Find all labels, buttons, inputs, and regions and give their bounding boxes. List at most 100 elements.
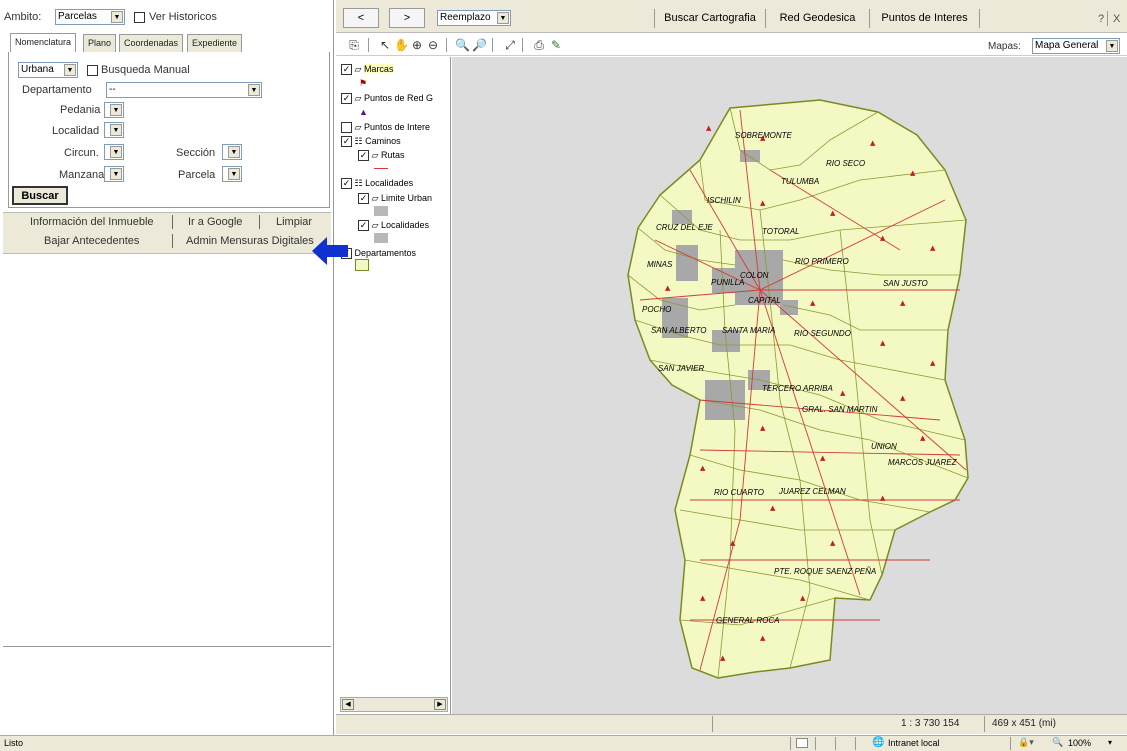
chevron-down-icon: ▼ <box>64 64 76 76</box>
chevron-down-icon: ▼ <box>111 11 123 23</box>
legend-localidades-sub-label: Localidades <box>380 220 429 230</box>
browser-statusbar <box>0 735 1127 751</box>
export-icon[interactable]: ✎ <box>549 38 563 52</box>
road-swatch <box>374 168 388 169</box>
marker-icon: ▲ <box>760 199 766 207</box>
mapas-select[interactable]: Mapa General ▼ <box>1032 38 1120 54</box>
zoom-icon[interactable]: 🔍 <box>1052 737 1063 748</box>
localidad-label: Localidad <box>52 125 100 137</box>
chevron-down-icon[interactable]: ▾ <box>1108 738 1112 747</box>
buscar-button[interactable]: Buscar <box>12 186 68 205</box>
measure-icon[interactable]: ⤢ <box>503 38 517 52</box>
print-icon[interactable]: ⎙ <box>532 38 546 52</box>
ir-google-link[interactable]: Ir a Google <box>188 216 242 228</box>
tab-buscar-cartografia[interactable]: Buscar Cartografia <box>655 9 766 28</box>
zoom-out-icon[interactable]: ⊖ <box>426 38 440 52</box>
arrow-left-icon <box>312 237 348 265</box>
busqueda-manual-checkbox[interactable] <box>87 64 98 76</box>
chevron-down-icon: ▼ <box>110 146 122 158</box>
ambito-select[interactable]: Parcelas ▼ <box>55 9 125 25</box>
legend-rutas-item[interactable]: ✓ ▱ Rutas <box>358 150 405 162</box>
legend-limite-urbano-item[interactable]: ✓ ▱ Limite Urban <box>358 193 432 205</box>
info-inmueble-link[interactable]: Información del Inmueble <box>30 216 154 228</box>
tab-puntos-interes[interactable]: Puntos de Interes <box>870 9 980 28</box>
manzana-select[interactable]: ▼ <box>104 166 124 182</box>
label-punilla: PUNILLA <box>711 278 744 287</box>
legend-puntos-red-item[interactable]: ✓ ▱ Puntos de Red G <box>341 93 433 105</box>
separator <box>712 716 713 732</box>
separator <box>835 737 836 750</box>
ambito-value: Parcelas <box>58 11 97 22</box>
label-general-roca: GENERAL ROCA <box>716 616 779 625</box>
pedania-select[interactable]: ▼ <box>104 102 124 118</box>
close-button[interactable]: X <box>1113 13 1120 25</box>
urban-area <box>676 245 698 281</box>
admin-mensuras-link[interactable]: Admin Mensuras Digitales <box>186 235 314 247</box>
legend-scrollbar[interactable]: ◀ ▶ <box>340 697 448 712</box>
zoom-level[interactable]: 100% <box>1068 735 1091 751</box>
mapas-label: Mapas: <box>988 41 1021 52</box>
label-cruz-del-eje: CRUZ DEL EJE <box>656 223 713 232</box>
parcela-label: Parcela <box>178 169 216 181</box>
parcela-select[interactable]: ▼ <box>222 166 242 182</box>
scroll-right-icon[interactable]: ▶ <box>434 699 446 710</box>
tab-red-geodesica[interactable]: Red Geodesica <box>766 9 870 28</box>
marker-icon: ▲ <box>800 594 806 602</box>
marker-icon: ▲ <box>930 244 936 252</box>
marker-icon: ▲ <box>840 389 846 397</box>
marker-icon: ▲ <box>880 234 886 242</box>
prev-button[interactable]: < <box>343 8 379 28</box>
limpiar-link[interactable]: Limpiar <box>276 216 312 228</box>
zoom-prev-icon[interactable]: 🔍 <box>455 38 470 52</box>
mode-select[interactable]: Reemplazo ▼ <box>437 10 511 26</box>
zoom-next-icon[interactable]: 🔎 <box>472 38 487 52</box>
pointer-icon[interactable]: ↖ <box>378 38 392 52</box>
circun-select[interactable]: ▼ <box>104 144 124 160</box>
label-totoral: TOTORAL <box>762 227 800 236</box>
legend-marcas-item[interactable]: ✓ ▱ Marcas <box>341 64 394 76</box>
departamento-select[interactable]: -- ▼ <box>106 82 262 98</box>
security-icon[interactable]: 🔒▾ <box>1018 737 1034 748</box>
ver-historicos-checkbox[interactable] <box>134 11 145 23</box>
help-button[interactable]: ? <box>1098 13 1104 25</box>
marker-icon: ▲ <box>720 654 726 662</box>
copy-icon[interactable]: ⎘ <box>347 38 361 52</box>
marker-icon: ▲ <box>760 424 766 432</box>
tipo-select[interactable]: Urbana ▼ <box>18 62 78 78</box>
label-ischilin: ISCHILIN <box>707 196 741 205</box>
mode-value: Reemplazo <box>440 12 491 23</box>
tab-expediente[interactable]: Expediente <box>187 34 243 52</box>
legend-localidades-sub-item[interactable]: ✓ ▱ Localidades <box>358 220 429 232</box>
legend-rutas-label: Rutas <box>380 150 405 160</box>
separator <box>172 234 173 248</box>
province-map[interactable]: ▲ ▲ ▲ ▲ ▲ ▲ ▲ ▲ ▲ ▲ ▲ ▲ ▲ ▲ ▲ ▲ ▲ ▲ ▲ ▲ … <box>452 57 1127 714</box>
next-button[interactable]: > <box>389 8 425 28</box>
legend-caminos-item[interactable]: ✓ ☷ Caminos <box>341 136 401 148</box>
legend-localidades-item[interactable]: ✓ ☷ Localidades <box>341 178 413 190</box>
label-pocho: POCHO <box>642 305 671 314</box>
tab-nomenclatura[interactable]: Nomenclatura <box>10 33 77 53</box>
tab-plano[interactable]: Plano <box>83 34 117 52</box>
legend-puntos-interes-item[interactable]: ▱ Puntos de Intere <box>341 122 430 134</box>
chevron-down-icon: ▼ <box>110 104 122 116</box>
page-icon <box>796 738 808 748</box>
separator <box>984 716 985 732</box>
marker-icon: ▲ <box>706 124 712 132</box>
label-san-alberto: SAN ALBERTO <box>651 326 706 335</box>
chevron-down-icon: ▼ <box>110 168 122 180</box>
scroll-left-icon[interactable]: ◀ <box>342 699 354 710</box>
zoom-in-icon[interactable]: ⊕ <box>410 38 424 52</box>
legend-departamentos-item[interactable]: ✓ Departamentos <box>341 248 416 260</box>
separator <box>815 737 816 750</box>
pan-icon[interactable]: ✋ <box>394 38 409 52</box>
bajar-antecedentes-link[interactable]: Bajar Antecedentes <box>44 235 139 247</box>
localidad-select[interactable]: ▼ <box>104 122 124 138</box>
detail-area <box>3 647 331 733</box>
seccion-label: Sección <box>176 147 216 159</box>
legend-caminos-label: Caminos <box>365 136 401 146</box>
marker-icon: ▲ <box>700 464 706 472</box>
tab-coordenadas[interactable]: Coordenadas <box>119 34 184 52</box>
chevron-down-icon: ▼ <box>1106 40 1118 52</box>
seccion-select[interactable]: ▼ <box>222 144 242 160</box>
label-union: UNION <box>871 442 897 451</box>
